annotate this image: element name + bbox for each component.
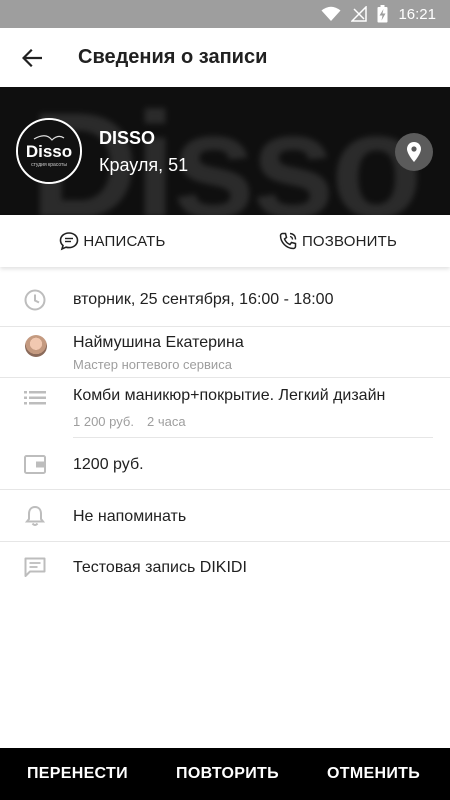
- contact-bar: НАПИСАТЬ ПОЗВОНИТЬ: [0, 215, 450, 267]
- reschedule-button[interactable]: ПЕРЕНЕСТИ: [27, 765, 128, 783]
- total-price: 1200 руб.: [73, 456, 144, 473]
- service-price: 1 200 руб.: [73, 414, 134, 429]
- divider: [0, 377, 450, 378]
- status-bar: 16:21: [0, 0, 450, 28]
- service-name: Комби маникюр+покрытие. Легкий дизайн: [73, 387, 386, 404]
- divider: [0, 541, 450, 542]
- divider: [73, 437, 433, 438]
- back-button[interactable]: [2, 28, 62, 87]
- comment-text: Тестовая запись DIKIDI: [73, 559, 247, 576]
- list-icon: [24, 391, 46, 405]
- bell-icon: [24, 505, 46, 526]
- salon-address: Крауля, 51: [99, 155, 189, 175]
- bottom-action-bar: ПЕРЕНЕСТИ ПОВТОРИТЬ ОТМЕНИТЬ: [0, 748, 450, 800]
- phone-call-icon: [279, 232, 297, 250]
- app-bar: Сведения о записи: [0, 28, 450, 87]
- salon-header: Disso Disso студия красоты DISSO Крауля,…: [0, 87, 450, 215]
- master-name: Наймушина Екатерина: [73, 334, 244, 351]
- call-label: ПОЗВОНИТЬ: [301, 232, 398, 250]
- page-title: Сведения о записи: [78, 46, 268, 68]
- divider: [0, 326, 450, 327]
- location-pin-icon: [407, 142, 421, 162]
- message-button[interactable]: НАПИСАТЬ: [0, 215, 225, 267]
- chat-icon: [60, 232, 79, 251]
- svg-text:Disso: Disso: [26, 142, 72, 161]
- wallet-icon: [24, 455, 46, 474]
- call-button[interactable]: ПОЗВОНИТЬ: [225, 215, 450, 267]
- repeat-button[interactable]: ПОВТОРИТЬ: [176, 765, 279, 783]
- map-button[interactable]: [395, 133, 433, 171]
- arrow-back-icon: [22, 48, 42, 67]
- divider: [0, 489, 450, 490]
- svg-text:студия красоты: студия красоты: [31, 162, 67, 168]
- cancel-appointment-button[interactable]: ОТМЕНИТЬ: [327, 765, 420, 783]
- wifi-icon: [321, 6, 341, 21]
- appointment-datetime: вторник, 25 сентября, 16:00 - 18:00: [73, 291, 334, 308]
- clock-icon: [24, 289, 46, 311]
- master-role: Мастер ногтевого сервиса: [73, 357, 232, 372]
- master-avatar: [25, 335, 47, 357]
- message-label: НАПИСАТЬ: [83, 232, 166, 250]
- battery-charging-icon: [377, 5, 388, 23]
- service-duration: 2 часа: [147, 414, 186, 429]
- salon-logo[interactable]: Disso студия красоты: [16, 118, 82, 184]
- reminder-value: Не напоминать: [73, 508, 187, 525]
- comment-icon: [24, 557, 46, 577]
- status-time: 16:21: [398, 5, 436, 23]
- signal-icon: [351, 6, 368, 22]
- salon-name: DISSO: [99, 128, 156, 148]
